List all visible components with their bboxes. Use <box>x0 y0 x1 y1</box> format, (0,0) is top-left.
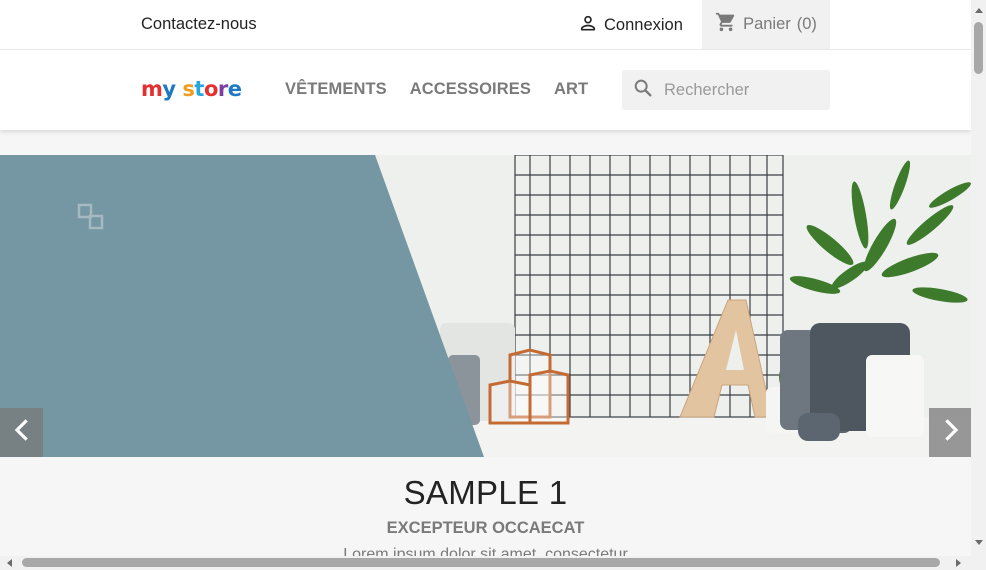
cart-button[interactable]: Panier (0) <box>702 0 830 49</box>
login-link[interactable]: Connexion <box>578 14 683 36</box>
shopping-cart-icon <box>715 11 737 38</box>
slider-prev-button[interactable] <box>0 408 43 457</box>
page: Contactez-nous Connexion Panier (0) my s… <box>0 0 971 556</box>
nav-item-vetements[interactable]: VÊTEMENTS <box>285 80 387 99</box>
nav-item-accessoires[interactable]: ACCESSOIRES <box>410 80 531 99</box>
slide-caption-subtitle: EXCEPTEUR OCCAECAT <box>386 519 585 537</box>
main-nav: VÊTEMENTS ACCESSOIRES ART <box>285 80 611 99</box>
scroll-left-arrow-icon[interactable] <box>7 559 12 567</box>
contact-link[interactable]: Contactez-nous <box>141 15 257 34</box>
logo-letter: r <box>217 77 228 101</box>
top-bar: Contactez-nous Connexion Panier (0) <box>0 0 971 50</box>
search-icon[interactable] <box>622 77 654 104</box>
cart-label: Panier <box>743 15 791 33</box>
store-logo[interactable]: my store <box>141 77 242 101</box>
login-label: Connexion <box>604 15 683 34</box>
chevron-left-icon <box>10 418 34 447</box>
logo-letter: t <box>194 77 204 101</box>
search-box <box>622 70 830 110</box>
slide-image[interactable] <box>0 155 971 457</box>
logo-letter: m <box>141 77 163 101</box>
slide-caption-text: Lorem ipsum dolor sit amet, consectetur <box>343 546 628 556</box>
vertical-scroll-thumb[interactable] <box>974 22 983 74</box>
vertical-scrollbar[interactable] <box>971 0 986 556</box>
main-header: my store VÊTEMENTS ACCESSOIRES ART <box>0 50 971 130</box>
chevron-right-icon <box>939 418 963 447</box>
search-input[interactable] <box>662 79 826 101</box>
nav-item-art[interactable]: ART <box>554 80 588 99</box>
scroll-up-arrow-icon[interactable] <box>975 8 983 13</box>
slide-caption-title: SAMPLE 1 <box>403 474 568 511</box>
homepage-slider <box>0 155 971 457</box>
user-icon <box>578 13 598 38</box>
scrollbar-corner <box>971 556 986 570</box>
logo-letter: s <box>182 77 195 101</box>
slider-next-button[interactable] <box>929 408 971 457</box>
cart-count: (0) <box>796 15 817 33</box>
horizontal-scroll-thumb[interactable] <box>22 558 940 567</box>
logo-letter: e <box>227 77 242 101</box>
scroll-right-arrow-icon[interactable] <box>956 559 961 567</box>
logo-letter: y <box>162 77 176 101</box>
scroll-down-arrow-icon[interactable] <box>975 540 983 545</box>
horizontal-scrollbar[interactable] <box>0 556 971 570</box>
logo-letter: o <box>203 77 218 101</box>
